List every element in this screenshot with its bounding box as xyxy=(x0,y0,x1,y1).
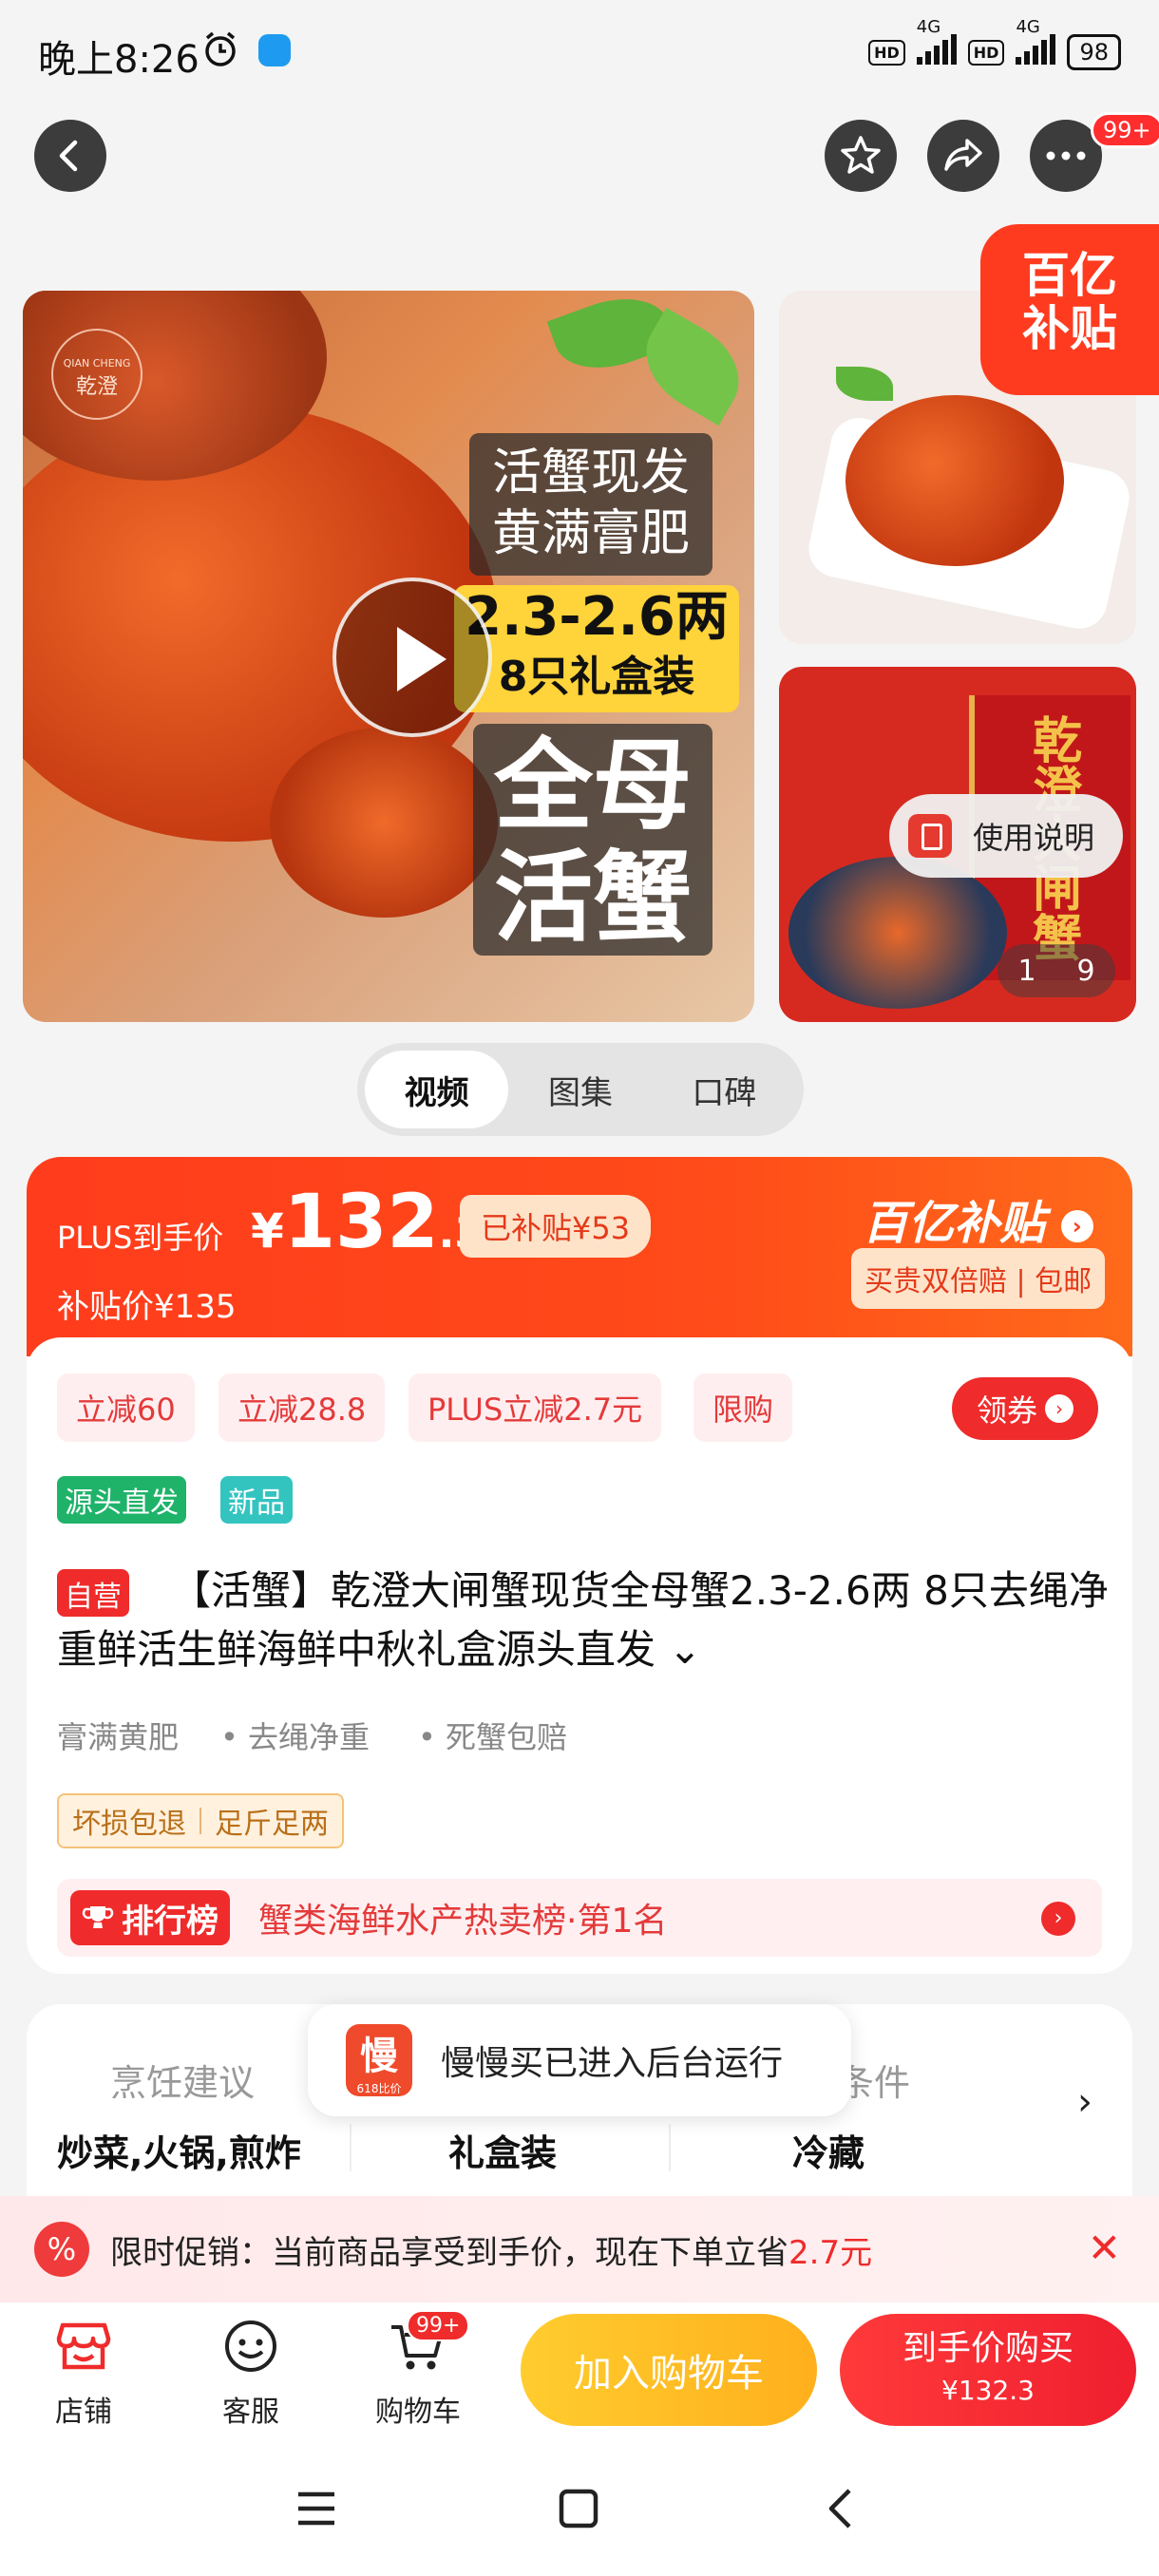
coupon-tag[interactable]: 限购 xyxy=(694,1373,793,1442)
attr-value-storage: 冷藏 xyxy=(792,2132,865,2174)
promo-bar[interactable]: % 限时促销：当前商品享受到手价，现在下单立省2.7元 ✕ xyxy=(0,2196,1159,2302)
feature-item: 膏满黄肥 xyxy=(57,1719,180,1755)
buy-now-button[interactable]: 到手价购买 ¥132.3 xyxy=(840,2314,1136,2426)
back-button[interactable] xyxy=(34,120,106,192)
manual-button[interactable]: 使用说明 xyxy=(889,794,1123,878)
app-logo-icon: 慢 618比价 xyxy=(346,2024,412,2096)
brand-subsidy-link[interactable]: 百亿补贴 › xyxy=(863,1185,1093,1252)
signal-1: 4G xyxy=(916,17,957,70)
chevron-left-icon xyxy=(59,140,78,172)
status-bar: 晚上8:26 HD 4G HD 4G 98 xyxy=(0,0,1159,104)
chevron-right-icon[interactable]: › xyxy=(1077,2080,1092,2124)
status-indicators: HD 4G HD 4G 98 xyxy=(868,17,1121,70)
app-notification-icon xyxy=(258,34,291,66)
divider xyxy=(350,2124,352,2171)
feature-item: • 去绳净重 xyxy=(220,1719,370,1755)
tab-reviews[interactable]: 口碑 xyxy=(653,1051,796,1128)
trophy-icon xyxy=(82,1906,114,1928)
subsidized-amount: 已补贴¥53 xyxy=(460,1195,652,1258)
service-tags[interactable]: 坏损包退 足斤足两 xyxy=(57,1793,344,1848)
signal-2: 4G xyxy=(1016,17,1056,70)
status-time: 晚上8:26 xyxy=(38,38,200,82)
media-tabs: 视频 图集 口碑 xyxy=(357,1043,804,1136)
battery-icon: 98 xyxy=(1067,34,1121,70)
share-icon xyxy=(944,139,982,171)
system-navigation-bar xyxy=(0,2445,1159,2576)
coupon-tag[interactable]: 立减60 xyxy=(57,1373,195,1442)
product-video-cover[interactable]: QIAN CHENG 乾澄 活蟹现发 黄满膏肥 2.3-2.6两 8只礼盒装 全… xyxy=(23,291,754,1022)
get-coupon-button[interactable]: 领券 › xyxy=(952,1377,1098,1440)
attr-value-cooking: 炒菜,火锅,煎炸 xyxy=(57,2132,301,2174)
promo-text: 限时促销：当前商品享受到手价，现在下单立省2.7元 xyxy=(110,2233,873,2272)
toast-text: 慢慢买已进入后台运行 xyxy=(441,2044,784,2083)
coupon-tag[interactable]: PLUS立减2.7元 xyxy=(408,1373,662,1442)
crab-claw-image xyxy=(270,728,498,918)
share-button[interactable] xyxy=(927,120,999,192)
more-badge: 99+ xyxy=(1091,112,1159,148)
tag-source-direct: 源头直发 xyxy=(57,1476,186,1524)
overlay-big-text: 全母 活蟹 xyxy=(473,724,712,956)
brand-logo: QIAN CHENG 乾澄 xyxy=(51,329,142,420)
hd-icon: HD xyxy=(967,39,1005,66)
brand-subsidy-tag: 买贵双倍赔 | 包邮 xyxy=(851,1248,1106,1309)
cart-badge: 99+ xyxy=(407,2310,470,2341)
menu-icon[interactable] xyxy=(294,2487,338,2530)
price-header: PLUS到手价 ¥132.3 已补贴¥53 补贴价¥135 百亿补贴 › 买贵双… xyxy=(27,1157,1132,1356)
close-icon[interactable]: ✕ xyxy=(1088,2225,1121,2271)
signal-bars-icon xyxy=(1016,34,1056,65)
product-title[interactable]: 【活蟹】乾澄大闸蟹现货全母蟹2.3-2.6两 8只去绳净重鲜活生鲜海鲜中秋礼盒源… xyxy=(57,1562,1112,1679)
attr-value-package: 礼盒装 xyxy=(448,2132,558,2174)
card-body-top xyxy=(27,1337,1132,1375)
shop-button[interactable]: 店铺 xyxy=(27,2316,141,2430)
subsidy-corner-badge: 百亿 补贴 xyxy=(980,224,1159,395)
chevron-right-icon: › xyxy=(1060,1210,1093,1242)
chat-face-icon xyxy=(225,2320,276,2372)
favorite-button[interactable] xyxy=(825,120,897,192)
hd-icon: HD xyxy=(868,39,905,66)
more-icon xyxy=(1046,151,1086,161)
ranking-text: 蟹类海鲜水产热卖榜·第1名 xyxy=(258,1902,668,1941)
shop-icon xyxy=(56,2322,111,2370)
self-operated-badge: 自营 xyxy=(57,1569,129,1617)
plus-price-label: PLUS到手价 xyxy=(57,1220,224,1256)
play-button[interactable] xyxy=(332,578,492,737)
tag-new: 新品 xyxy=(220,1476,293,1524)
overlay-headline: 活蟹现发 黄满膏肥 xyxy=(469,433,712,576)
back-icon[interactable] xyxy=(819,2487,863,2530)
alarm-icon xyxy=(205,31,236,66)
tab-video[interactable]: 视频 xyxy=(365,1051,509,1128)
subsidy-price: 补贴价¥135 xyxy=(57,1288,237,1326)
chevron-right-icon: › xyxy=(1045,1394,1074,1423)
image-page-indicator: 1 9 xyxy=(998,944,1115,997)
ranking-bar[interactable]: 排行榜 蟹类海鲜水产热卖榜·第1名 › xyxy=(57,1879,1102,1957)
final-price: ¥132.3 xyxy=(251,1180,484,1265)
leaf-decoration xyxy=(836,367,893,401)
background-toast: 慢 618比价 慢慢买已进入后台运行 xyxy=(308,2004,851,2116)
chevron-right-icon: › xyxy=(1041,1902,1075,1936)
coupon-tag[interactable]: 立减28.8 xyxy=(218,1373,386,1442)
feature-item: • 死蟹包赔 xyxy=(418,1719,568,1755)
weight-badge: 2.3-2.6两 8只礼盒装 xyxy=(454,585,739,712)
divider xyxy=(669,2124,671,2171)
product-info-card: PLUS到手价 ¥132.3 已补贴¥53 补贴价¥135 百亿补贴 › 买贵双… xyxy=(27,1157,1132,1974)
manual-icon xyxy=(908,814,952,858)
add-to-cart-button[interactable]: 加入购物车 xyxy=(521,2314,817,2426)
tab-gallery[interactable]: 图集 xyxy=(508,1051,652,1128)
discount-icon: % xyxy=(34,2222,89,2277)
home-icon[interactable] xyxy=(557,2487,600,2530)
crab-plate-image xyxy=(788,857,1007,1009)
ranking-badge: 排行榜 xyxy=(70,1890,230,1945)
attr-header-cooking: 烹饪建议 xyxy=(110,2062,256,2104)
customer-service-button[interactable]: 客服 xyxy=(194,2316,308,2430)
signal-bars-icon xyxy=(916,34,957,65)
star-icon xyxy=(841,136,881,174)
crab-image xyxy=(846,395,1064,566)
